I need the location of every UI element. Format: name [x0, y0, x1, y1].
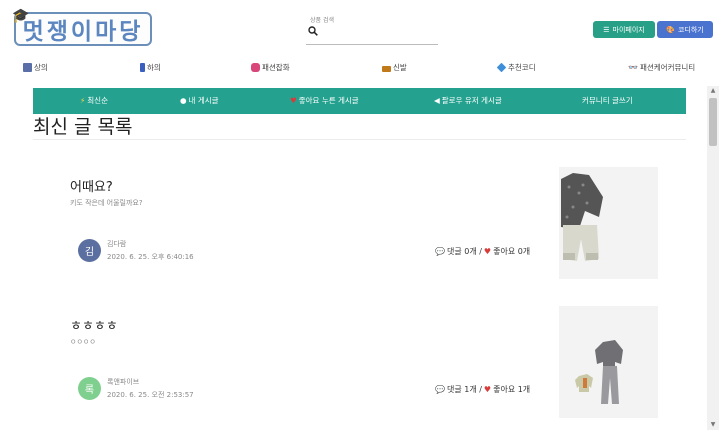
tab-write-post[interactable]: 커뮤니티 글쓰기 [582, 95, 633, 106]
diamond-icon [496, 62, 507, 73]
post-title[interactable]: ㅎㅎㅎㅎ [70, 315, 118, 334]
post-author[interactable]: 록앤파이브 [107, 377, 139, 387]
like-count: 좋아요 0개 [493, 247, 531, 256]
lightning-icon: ⚡ [80, 96, 86, 105]
tab-my-posts[interactable]: ● 내 게시글 [180, 95, 219, 106]
category-label: 하의 [147, 63, 161, 72]
tab-label: 커뮤니티 글쓰기 [582, 96, 633, 105]
avatar[interactable]: 록 [78, 377, 101, 400]
tab-label: 좋아요 누른 게시글 [298, 96, 359, 105]
heart-icon: ♥ [483, 247, 492, 256]
glasses-icon: 👓 [628, 63, 638, 72]
comment-icon: 💬 [435, 247, 445, 256]
mypage-button[interactable]: ☰ 마이페이지 [593, 21, 655, 38]
post-title[interactable]: 어때요? [70, 176, 113, 195]
heart-icon: ♥ [483, 385, 492, 394]
category-item-shoes[interactable]: 신발 [382, 62, 407, 73]
post-thumbnail[interactable] [559, 306, 658, 418]
scroll-down-arrow-icon[interactable]: ▼ [709, 421, 717, 429]
post-subtitle: 키도 작은데 어울릴까요? [70, 199, 143, 207]
menu-icon: ☰ [603, 25, 610, 34]
tab-label: 내 게시글 [188, 96, 219, 105]
tab-label: 팔로우 유저 게시글 [441, 96, 502, 105]
post-card[interactable]: 어때요? 키도 작은데 어울릴까요? 김 김다람 2020. 6. 25. 오후… [33, 164, 686, 282]
tab-label: 최신순 [87, 96, 108, 105]
speech-bubble-icon: ● [180, 96, 187, 105]
category-item-top[interactable]: 상의 [23, 62, 48, 73]
cody-button[interactable]: 🎨 코디하기 [657, 21, 713, 38]
category-label: 추천코디 [508, 63, 536, 72]
post-thumbnail[interactable] [559, 167, 658, 279]
megaphone-icon: ◀ [434, 96, 440, 105]
divider [33, 139, 686, 140]
scrollbar-thumb[interactable] [709, 98, 717, 146]
logo-text: 멋쟁이마당 [22, 19, 144, 45]
graduation-cap-icon: 🎓 [12, 8, 33, 24]
page: 🎓 멋쟁이마당 상품 검색 ☰ 마이페이지 🎨 코디하기 상의 하의 패션잡화 [0, 0, 727, 437]
scrollbar[interactable]: ▲ ▼ [707, 86, 719, 430]
cody-label: 코디하기 [677, 25, 704, 34]
category-item-recommend[interactable]: 추천코디 [496, 62, 536, 73]
pants-icon [140, 63, 145, 72]
category-label: 패션케어커뮤니티 [639, 63, 696, 72]
clothing-image [561, 173, 603, 261]
category-label: 신발 [393, 63, 407, 72]
post-stats: 💬 댓글 1개 / ♥ 좋아요 1개 [435, 384, 530, 395]
heart-icon: ♥ [290, 96, 297, 105]
bag-icon [251, 63, 260, 72]
category-label: 패션잡화 [262, 63, 290, 72]
category-item-accessories[interactable]: 패션잡화 [251, 62, 290, 73]
tab-liked-posts[interactable]: ♥ 좋아요 누른 게시글 [290, 95, 359, 106]
category-label: 상의 [34, 63, 48, 72]
category-nav: 상의 하의 패션잡화 신발 추천코디 👓 패션케어커뮤니티 [0, 58, 727, 78]
post-date: 2020. 6. 25. 오후 6:40:16 [107, 253, 194, 261]
search-box[interactable]: 상품 검색 [306, 15, 438, 45]
comment-icon: 💬 [435, 385, 445, 394]
post-stats: 💬 댓글 0개 / ♥ 좋아요 0개 [435, 246, 530, 257]
post-author[interactable]: 김다람 [107, 239, 126, 249]
post-subtitle: ㅇㅇㅇㅇ [70, 338, 96, 346]
search-label: 상품 검색 [310, 17, 334, 24]
comment-count: 댓글 0개 / [446, 247, 482, 256]
post-filter-tabbar: ⚡ 최신순 ● 내 게시글 ♥ 좋아요 누른 게시글 ◀ 팔로우 유저 게시글 … [33, 88, 686, 114]
shoe-icon [382, 66, 391, 72]
search-icon[interactable] [308, 26, 318, 36]
tab-following-posts[interactable]: ◀ 팔로우 유저 게시글 [434, 95, 502, 106]
post-date: 2020. 6. 25. 오전 2:53:57 [107, 391, 194, 399]
clothing-image [575, 340, 623, 404]
scroll-up-arrow-icon[interactable]: ▲ [709, 87, 717, 95]
palette-icon: 🎨 [666, 25, 675, 34]
search-input[interactable] [322, 25, 434, 39]
comment-count: 댓글 1개 / [446, 385, 482, 394]
category-item-community[interactable]: 👓 패션케어커뮤니티 [628, 62, 695, 73]
post-card[interactable]: ㅎㅎㅎㅎ ㅇㅇㅇㅇ 록 록앤파이브 2020. 6. 25. 오전 2:53:5… [33, 303, 686, 421]
like-count: 좋아요 1개 [493, 385, 531, 394]
avatar[interactable]: 김 [78, 239, 101, 262]
mypage-label: 마이페이지 [612, 25, 645, 34]
category-item-bottom[interactable]: 하의 [140, 62, 161, 73]
tab-latest[interactable]: ⚡ 최신순 [80, 95, 108, 106]
page-title: 최신 글 목록 [33, 116, 133, 138]
shirt-icon [23, 63, 32, 72]
site-logo[interactable]: 🎓 멋쟁이마당 [12, 8, 152, 46]
